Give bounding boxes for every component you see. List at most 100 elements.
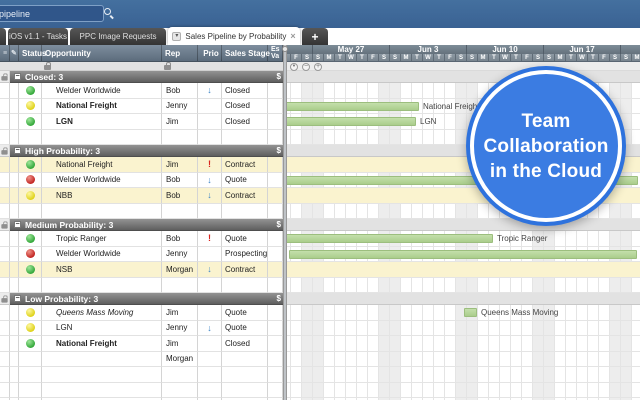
status-cell[interactable] [19, 129, 42, 145]
prio-cell[interactable]: ! [198, 231, 222, 247]
est-value-cell[interactable] [268, 114, 283, 130]
status-cell[interactable] [19, 382, 42, 398]
prio-cell[interactable]: ! [198, 157, 222, 173]
opportunity-cell[interactable] [42, 382, 162, 398]
rep-cell[interactable]: Morgan [162, 262, 198, 278]
row-gutter-cell[interactable] [0, 246, 10, 262]
sales-stage-cell[interactable]: Closed [222, 83, 268, 99]
prio-cell[interactable] [198, 129, 222, 145]
est-value-cell[interactable] [268, 246, 283, 262]
row-edit-cell[interactable] [10, 98, 19, 114]
group-band[interactable]: − High Probability: 3 $ [10, 145, 283, 157]
tab-close-icon[interactable]: × [290, 31, 295, 41]
rep-cell[interactable]: Jenny [162, 320, 198, 336]
row-edit-cell[interactable] [10, 351, 19, 367]
est-value-cell[interactable] [268, 367, 283, 383]
column-header-edit[interactable]: ✎ [10, 45, 19, 61]
row-edit-cell[interactable] [10, 231, 19, 247]
row-edit-cell[interactable] [10, 129, 19, 145]
prio-cell[interactable] [198, 305, 222, 321]
collapse-icon[interactable]: − [14, 221, 21, 228]
sales-stage-cell[interactable]: Quote [222, 172, 268, 188]
prio-cell[interactable] [198, 367, 222, 383]
sales-stage-cell[interactable] [222, 203, 268, 219]
status-cell[interactable] [19, 262, 42, 278]
row-edit-cell[interactable] [10, 320, 19, 336]
row-gutter-cell[interactable] [0, 188, 10, 204]
sales-stage-cell[interactable]: Closed [222, 336, 268, 352]
sales-stage-cell[interactable] [222, 129, 268, 145]
row-gutter-cell[interactable] [0, 172, 10, 188]
gantt-bar[interactable] [283, 117, 416, 126]
row-gutter-cell[interactable] [0, 320, 10, 336]
prio-cell[interactable] [198, 382, 222, 398]
tab-sales-pipeline[interactable]: ▾ Sales Pipeline by Probability × [168, 27, 300, 45]
column-header-prio[interactable]: Prio [198, 45, 222, 61]
row-edit-cell[interactable] [10, 172, 19, 188]
est-value-cell[interactable] [268, 336, 283, 352]
group-band[interactable]: − Low Probability: 3 $ [10, 293, 283, 305]
prio-cell[interactable]: ↓ [198, 172, 222, 188]
row-edit-cell[interactable] [10, 336, 19, 352]
collapse-icon[interactable]: − [14, 147, 21, 154]
row-edit-cell[interactable] [10, 114, 19, 130]
row-edit-cell[interactable] [10, 382, 19, 398]
rep-cell[interactable]: Jim [162, 336, 198, 352]
column-header-sales-stage[interactable]: Sales Stage [222, 45, 270, 61]
row-edit-cell[interactable] [10, 246, 19, 262]
gantt-zoom-out-icon[interactable]: − [302, 63, 310, 71]
status-cell[interactable] [19, 231, 42, 247]
row-gutter-cell[interactable] [0, 231, 10, 247]
sales-stage-cell[interactable]: Contract [222, 262, 268, 278]
prio-cell[interactable]: ↓ [198, 188, 222, 204]
opportunity-cell[interactable]: National Freight [42, 157, 162, 173]
rep-cell[interactable]: Bob [162, 231, 198, 247]
column-header-est-value[interactable]: Es Va [268, 45, 283, 61]
sales-stage-cell[interactable]: Closed [222, 114, 268, 130]
tab-menu-icon[interactable]: ▾ [172, 31, 182, 41]
row-gutter-cell[interactable] [0, 157, 10, 173]
opportunity-cell[interactable]: Welder Worldwide [42, 83, 162, 99]
status-cell[interactable] [19, 320, 42, 336]
opportunity-cell[interactable]: LGN [42, 320, 162, 336]
rep-cell[interactable]: Bob [162, 188, 198, 204]
row-edit-cell[interactable] [10, 367, 19, 383]
column-header-opportunity[interactable]: Opportunity [42, 45, 162, 61]
row-edit-cell[interactable] [10, 305, 19, 321]
prio-cell[interactable]: ↓ [198, 262, 222, 278]
search-input[interactable] [0, 5, 104, 22]
row-gutter-cell[interactable] [0, 98, 10, 114]
rep-cell[interactable]: Bob [162, 172, 198, 188]
row-gutter-cell[interactable] [0, 305, 10, 321]
sales-stage-cell[interactable] [222, 277, 268, 293]
opportunity-cell[interactable]: Tropic Ranger [42, 231, 162, 247]
rep-cell[interactable]: Jim [162, 157, 198, 173]
sales-stage-cell[interactable] [222, 382, 268, 398]
search-button[interactable] [103, 7, 117, 21]
status-cell[interactable] [19, 203, 42, 219]
est-value-cell[interactable] [268, 351, 283, 367]
status-cell[interactable] [19, 305, 42, 321]
opportunity-cell[interactable]: Welder Worldwide [42, 172, 162, 188]
rep-cell[interactable] [162, 129, 198, 145]
tab-ios-tasks[interactable]: iOS v1.1 - Tasks [8, 28, 68, 45]
gantt-bar[interactable] [464, 308, 477, 317]
est-value-cell[interactable] [268, 305, 283, 321]
opportunity-cell[interactable]: Welder Worldwide [42, 246, 162, 262]
status-cell[interactable] [19, 83, 42, 99]
rep-cell[interactable]: Morgan [162, 351, 198, 367]
rep-cell[interactable] [162, 277, 198, 293]
group-header-row[interactable]: − Low Probability: 3 $ [0, 293, 640, 305]
row-gutter-cell[interactable] [0, 277, 10, 293]
column-header-rownum[interactable]: ≡ [0, 45, 10, 61]
row-gutter-cell[interactable] [0, 336, 10, 352]
opportunity-cell[interactable] [42, 367, 162, 383]
rep-cell[interactable] [162, 367, 198, 383]
prio-cell[interactable] [198, 203, 222, 219]
status-cell[interactable] [19, 246, 42, 262]
rep-cell[interactable]: Jenny [162, 98, 198, 114]
gantt-zoom-in-icon[interactable]: + [314, 63, 322, 71]
sales-stage-cell[interactable]: Quote [222, 305, 268, 321]
group-band[interactable]: − Medium Probability: 3 $ [10, 219, 283, 231]
opportunity-cell[interactable]: NBB [42, 188, 162, 204]
